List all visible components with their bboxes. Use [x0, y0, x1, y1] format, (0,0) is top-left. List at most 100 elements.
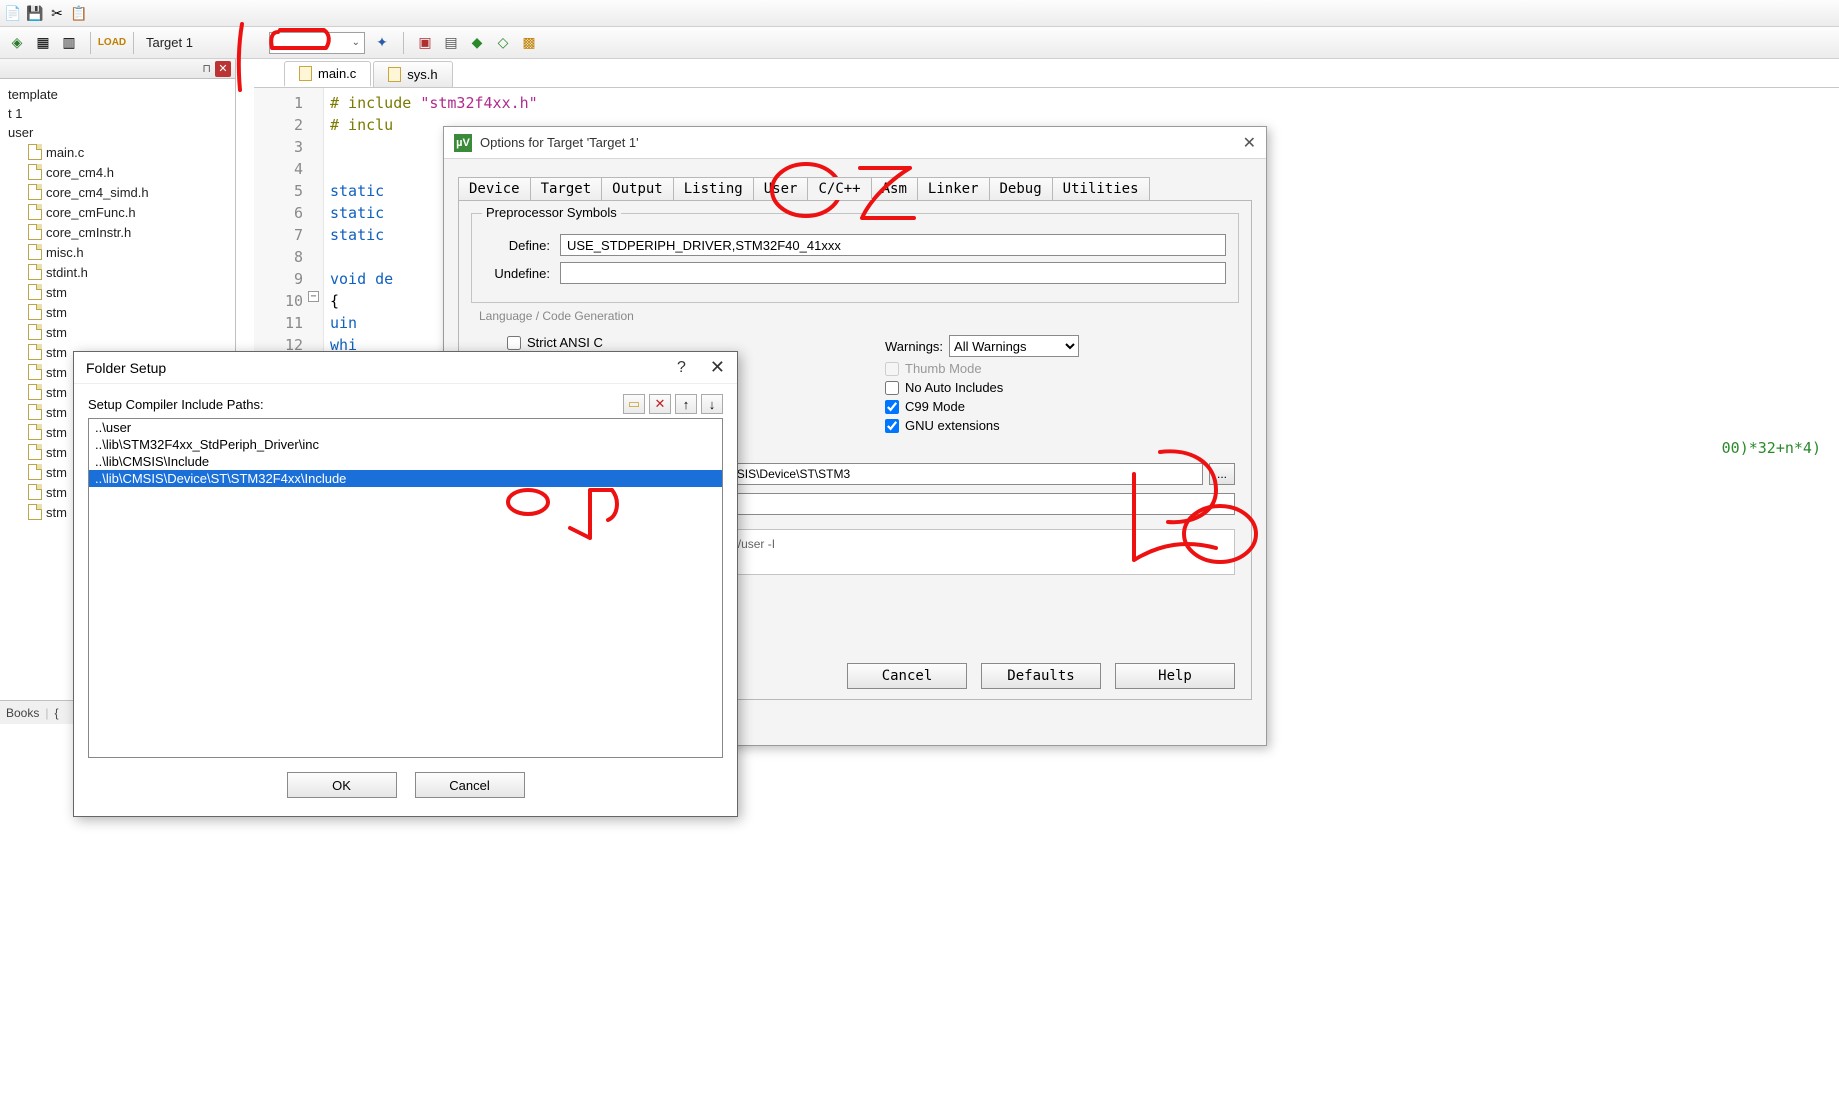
options-tab-output[interactable]: Output	[601, 177, 674, 200]
tree-file[interactable]: stm	[2, 302, 233, 322]
close-icon[interactable]: ✕	[1243, 133, 1256, 153]
warnings-label: Warnings:	[885, 339, 943, 354]
pin-icon[interactable]: ⊓	[202, 62, 211, 75]
include-paths-list[interactable]: ..\user..\lib\STM32F4xx_StdPeriph_Driver…	[88, 418, 723, 758]
tree-file[interactable]: core_cmInstr.h	[2, 222, 233, 242]
chk-label: Strict ANSI C	[527, 335, 603, 350]
options-tab-listing[interactable]: Listing	[673, 177, 754, 200]
toolbar-icon[interactable]: ▤	[442, 34, 460, 52]
options-tab-cc[interactable]: C/C++	[807, 177, 871, 200]
close-icon[interactable]: ✕	[215, 61, 231, 77]
delete-path-icon[interactable]: ✕	[649, 394, 671, 414]
toolbar-icon[interactable]: ✂	[48, 4, 66, 22]
move-down-icon[interactable]: ↓	[701, 394, 723, 414]
load-icon[interactable]: LOAD	[103, 34, 121, 52]
tree-file[interactable]: stm	[2, 282, 233, 302]
tab-sys-h[interactable]: sys.h	[373, 61, 452, 87]
file-icon	[28, 224, 42, 240]
toolbar-icon[interactable]: ▦	[34, 34, 52, 52]
include-path-item[interactable]: ..\user	[89, 419, 722, 436]
file-icon	[388, 67, 401, 82]
tree-node-folder[interactable]: user	[2, 123, 233, 142]
defaults-button[interactable]: Defaults	[981, 663, 1101, 689]
chk-thumb	[885, 362, 899, 376]
file-label: stm	[46, 445, 67, 460]
options-tab-user[interactable]: User	[753, 177, 809, 200]
cancel-button[interactable]: Cancel	[415, 772, 525, 798]
toolbar-icon[interactable]: 💾	[26, 4, 44, 22]
toolbar-icon[interactable]: 📄	[4, 4, 22, 22]
define-field[interactable]	[560, 234, 1226, 256]
close-icon[interactable]: ✕	[710, 357, 725, 378]
tree-file[interactable]: core_cmFunc.h	[2, 202, 233, 222]
chk-no-auto[interactable]	[885, 381, 899, 395]
tree-file[interactable]: core_cm4.h	[2, 162, 233, 182]
toolbar-icon[interactable]: ▣	[416, 34, 434, 52]
include-path-item[interactable]: ..\lib\CMSIS\Device\ST\STM32F4xx\Include	[89, 470, 722, 487]
file-icon	[28, 404, 42, 420]
options-tab-device[interactable]: Device	[458, 177, 531, 200]
move-up-icon[interactable]: ↑	[675, 394, 697, 414]
tree-file[interactable]: stdint.h	[2, 262, 233, 282]
tab-functions[interactable]: {	[54, 706, 58, 720]
cancel-button[interactable]: Cancel	[847, 663, 967, 689]
toolbar-icon[interactable]: ◆	[468, 34, 486, 52]
tree-node[interactable]: t 1	[2, 104, 233, 123]
options-tab-linker[interactable]: Linker	[917, 177, 990, 200]
chk-label: C99 Mode	[905, 399, 965, 414]
toolbar-icon[interactable]: 📋	[70, 4, 88, 22]
file-label: stm	[46, 405, 67, 420]
file-label: core_cmInstr.h	[46, 225, 131, 240]
include-path-item[interactable]: ..\lib\STM32F4xx_StdPeriph_Driver\inc	[89, 436, 722, 453]
code-fragment: 00)*32+n*4)	[1722, 439, 1821, 457]
tab-main-c[interactable]: main.c	[284, 61, 371, 87]
file-label: core_cm4_simd.h	[46, 185, 149, 200]
chk-strict-ansi[interactable]	[507, 336, 521, 350]
target-dropdown[interactable]: ⌄	[269, 32, 365, 54]
file-icon	[28, 304, 42, 320]
chk-gnu[interactable]	[885, 419, 899, 433]
separator	[90, 32, 91, 54]
tab-books[interactable]: Books	[6, 706, 39, 720]
file-label: stm	[46, 465, 67, 480]
undefine-field[interactable]	[560, 262, 1226, 284]
tree-file[interactable]: main.c	[2, 142, 233, 162]
options-tab-target[interactable]: Target	[530, 177, 603, 200]
file-label: core_cmFunc.h	[46, 205, 136, 220]
file-icon	[28, 464, 42, 480]
tree-file[interactable]: core_cm4_simd.h	[2, 182, 233, 202]
file-label: stm	[46, 285, 67, 300]
toolbar-icon[interactable]: ▥	[60, 34, 78, 52]
file-icon	[28, 164, 42, 180]
tree-file[interactable]: stm	[2, 322, 233, 342]
main-toolbar[interactable]: 📄 💾 ✂ 📋	[0, 0, 1839, 27]
tree-node[interactable]: template	[2, 85, 233, 104]
options-tab-debug[interactable]: Debug	[989, 177, 1053, 200]
dialog-title: Folder Setup	[86, 360, 166, 376]
layers-icon[interactable]: ◈	[8, 34, 26, 52]
help-button[interactable]: Help	[1115, 663, 1235, 689]
dialog-titlebar: Folder Setup ? ✕	[74, 352, 737, 384]
dialog-titlebar: µV Options for Target 'Target 1' ✕	[444, 127, 1266, 159]
app-icon: µV	[454, 134, 472, 152]
fold-icon[interactable]: −	[308, 291, 319, 302]
ok-button[interactable]: OK	[287, 772, 397, 798]
new-path-icon[interactable]: ▭	[623, 394, 645, 414]
tree-file[interactable]: misc.h	[2, 242, 233, 262]
tab-label: main.c	[318, 66, 356, 81]
file-icon	[28, 204, 42, 220]
toolbar-icon[interactable]: ▩	[520, 34, 538, 52]
help-icon[interactable]: ?	[677, 359, 686, 377]
include-path-item[interactable]: ..\lib\CMSIS\Include	[89, 453, 722, 470]
options-tab-asm[interactable]: Asm	[871, 177, 918, 200]
options-tab-utilities[interactable]: Utilities	[1052, 177, 1150, 200]
target-toolbar[interactable]: ◈ ▦ ▥ LOAD Target 1 ⌄ ✦ ▣ ▤ ◆ ◇ ▩	[0, 27, 1839, 59]
toolbar-icon[interactable]: ◇	[494, 34, 512, 52]
browse-include-button[interactable]: ...	[1209, 463, 1235, 485]
chk-c99[interactable]	[885, 400, 899, 414]
warnings-select[interactable]: All Warnings	[949, 335, 1079, 357]
tree-label: t 1	[8, 106, 22, 121]
options-wand-icon[interactable]: ✦	[373, 34, 391, 52]
file-icon	[28, 244, 42, 260]
file-icon	[28, 424, 42, 440]
